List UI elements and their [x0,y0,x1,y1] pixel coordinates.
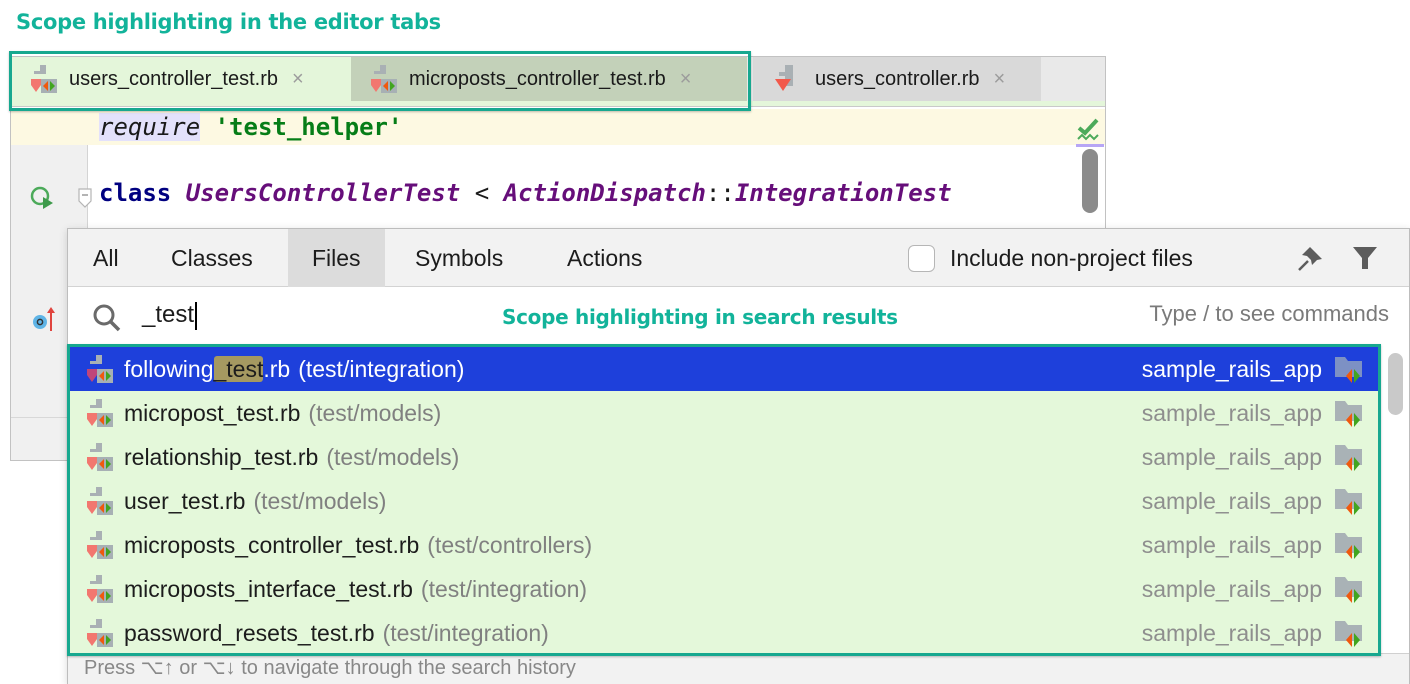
annotation-editor-tabs: Scope highlighting in the editor tabs [16,10,441,34]
inspection-ok-icon[interactable] [1075,117,1101,143]
editor-tab-users-controller[interactable]: users_controller.rb × [753,57,1041,101]
search-input[interactable]: _test [142,301,198,330]
tab-files[interactable]: Files [288,229,385,287]
fold-icon[interactable] [77,187,93,209]
scope-separator: :: [705,179,735,207]
annotation-search-results: Scope highlighting in search results [502,305,898,329]
pin-icon[interactable] [1296,243,1328,273]
overrides-method-icon[interactable] [33,305,57,333]
code-line[interactable]: require 'test_helper' [99,113,402,141]
code-line[interactable]: class UsersControllerTest < ActionDispat… [99,179,952,207]
results-scrollbar[interactable] [1388,353,1403,415]
include-non-project-option[interactable]: Include non-project files [908,229,1193,287]
search-icon [93,304,121,332]
base-namespace: ActionDispatch [503,179,706,207]
editor-tabs-highlight-frame [9,51,751,111]
class-keyword: class [99,179,172,207]
tab-classes[interactable]: Classes [146,229,278,287]
filter-icon[interactable] [1351,245,1379,271]
include-non-project-label: Include non-project files [950,244,1193,271]
text-caret [195,301,198,330]
run-test-icon[interactable] [29,185,55,211]
inherit-operator: < [460,179,504,207]
base-class: IntegrationTest [734,179,952,207]
close-icon[interactable]: × [994,68,1006,91]
tab-actions[interactable]: Actions [542,229,667,287]
divider [11,417,68,418]
tab-symbols[interactable]: Symbols [390,229,528,287]
tab-all[interactable]: All [68,229,144,287]
class-name: UsersControllerTest [185,179,461,207]
editor-scrollbar[interactable] [1082,149,1098,213]
include-non-project-checkbox[interactable] [908,244,935,272]
inspection-marker [1076,144,1104,147]
require-keyword: require [99,113,201,141]
popup-header: All Classes Files Symbols Actions Includ… [68,229,1409,287]
string-literal: 'test_helper' [214,113,403,141]
search-history-hint: Press ⌥↑ or ⌥↓ to navigate through the s… [68,653,1409,684]
commands-hint: Type / to see commands [1149,301,1389,326]
search-results-highlight-frame [67,344,1381,656]
tab-label: users_controller.rb [815,67,980,90]
ruby-file-icon [775,65,793,91]
search-query: _test [142,301,195,328]
